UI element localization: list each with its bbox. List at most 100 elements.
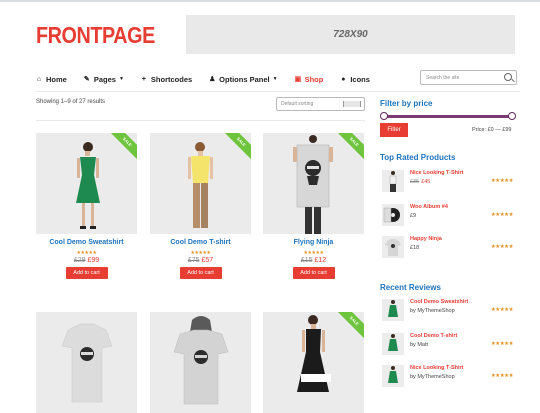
plus-icon: + [141, 75, 146, 83]
review-product-link[interactable]: Cool Demo T-shirt [410, 333, 457, 339]
sale-price: £57 [201, 257, 214, 264]
product-card [150, 312, 251, 413]
rating-stars: ★★★★★ [303, 250, 324, 256]
product-card [36, 312, 137, 413]
review-product-link[interactable]: Nice Looking T-Shirt [410, 365, 463, 371]
product-image[interactable] [150, 312, 251, 413]
nav-label: Options Panel [219, 74, 270, 84]
filter-button[interactable]: Filter [380, 123, 408, 137]
product-link[interactable]: Woo Album #4 [410, 204, 448, 210]
model-thumb-image [389, 171, 397, 192]
price: £18 [410, 245, 420, 251]
review-author: by MyThemeShop [410, 308, 455, 314]
product-title[interactable]: Cool Demo T-shirt [150, 239, 251, 246]
review-item: Nice Looking T-Shirt by MyThemeShop ★★★★… [380, 365, 515, 391]
rating-stars: ★★★★★ [490, 178, 514, 184]
add-to-cart-button[interactable]: Add to cart [65, 267, 108, 279]
ad-banner[interactable]: 728X90 [186, 15, 515, 54]
nav-label: Shortcodes [150, 74, 193, 84]
nav-divider [36, 91, 520, 92]
dress-thumb-image [388, 334, 398, 351]
sale-price: £45 [421, 179, 431, 185]
sort-select[interactable]: Default sorting [276, 97, 365, 111]
old-price: £35 [410, 179, 420, 185]
slider-handle-max[interactable] [508, 112, 516, 120]
rating-stars: ★★★★★ [190, 250, 211, 256]
nav-item-home[interactable]: ⌂ Home [36, 75, 67, 84]
product-image[interactable]: SALE [150, 133, 251, 234]
filter-title: Filter by price [380, 99, 433, 108]
main-nav: ⌂ Home ✎ Pages ▼ + Shortcodes ♟ Options Panel… [36, 72, 387, 86]
dress-model-image [76, 142, 100, 229]
review-item: Cool Demo T-shirt by Matt ★★★★★ [380, 333, 515, 359]
product-image[interactable]: SALE [263, 133, 364, 234]
product-thumbnail[interactable] [382, 299, 404, 321]
product-image[interactable]: SALE [263, 312, 364, 413]
chevron-down-icon: ▼ [272, 76, 278, 82]
add-to-cart-button[interactable]: Add to cart [179, 267, 222, 279]
tshirt-image [61, 323, 113, 403]
top-rated-item: Woo Album #4 £9 ★★★★★ [380, 204, 515, 230]
add-to-cart-button[interactable]: Add to cart [292, 267, 335, 279]
dress-model-image [297, 315, 331, 392]
home-icon: ⌂ [36, 75, 42, 83]
rating-stars: ★★★★★ [490, 307, 514, 313]
nav-item-icons[interactable]: ● Icons [340, 75, 370, 84]
apple-icon: ● [341, 75, 346, 83]
old-price: £75 [187, 257, 200, 264]
model-thumb-image [388, 366, 398, 383]
product-price: £35 £45 [410, 179, 430, 185]
rating-stars: ★★★★★ [490, 341, 514, 347]
ninja-poster-image [293, 135, 333, 234]
old-price: £15 [300, 257, 313, 264]
product-link[interactable]: Nice Looking T-Shirt [410, 170, 463, 176]
product-image[interactable]: SALE [36, 133, 137, 234]
nav-label: Pages [93, 74, 116, 84]
product-card: SALE Cool Demo Sweatshirt ★★★★★ £29 £99 A… [36, 133, 137, 279]
product-card: SALE [263, 312, 364, 413]
product-title[interactable]: Flying Ninja [263, 239, 364, 246]
site-logo[interactable]: FRONTPAGE [36, 22, 155, 49]
product-thumbnail[interactable] [382, 170, 404, 192]
nav-item-shortcodes[interactable]: + Shortcodes [141, 75, 192, 84]
product-image[interactable] [36, 312, 137, 413]
product-thumbnail[interactable] [382, 365, 404, 387]
search-input[interactable]: Search the site [420, 70, 517, 85]
price-slider[interactable] [380, 112, 516, 120]
nav-item-pages[interactable]: ✎ Pages ▼ [84, 75, 124, 84]
product-price: £75 £57 [150, 257, 251, 264]
nav-label: Icons [350, 74, 370, 84]
nav-item-options-panel[interactable]: ♟ Options Panel ▼ [209, 75, 277, 84]
sale-price: £99 [87, 257, 100, 264]
product-title[interactable]: Cool Demo Sweatshirt [36, 239, 137, 246]
price: £9 [410, 213, 417, 219]
content-divider [36, 120, 365, 121]
tshirt-thumb-image [385, 239, 401, 256]
price-range: Price: £0 — £99 [472, 127, 512, 133]
top-rated-item: Nice Looking T-Shirt £35 £45 ★★★★★ [380, 170, 515, 196]
nav-label: Shop [304, 74, 324, 84]
dress-thumb-image [388, 300, 398, 317]
product-price: £15 £12 [263, 257, 364, 264]
sort-dropdown-handle[interactable] [343, 101, 361, 107]
flask-icon: ♟ [209, 76, 216, 83]
recent-reviews-title: Recent Reviews [380, 283, 441, 292]
review-item: Cool Demo Sweatshirt by MyThemeShop ★★★★… [380, 299, 515, 325]
review-author: by Matt [410, 342, 429, 348]
product-link[interactable]: Happy Ninja [410, 236, 442, 242]
search-placeholder: Search the site [426, 75, 460, 81]
result-count: Showing 1–9 of 27 results [36, 99, 106, 105]
product-price: £18 [410, 245, 419, 251]
product-card: SALE Cool Demo T-shirt ★★★★★ £75 £57 Add … [150, 133, 251, 279]
search-icon[interactable] [504, 73, 512, 81]
sort-selected-value: Default sorting [281, 101, 314, 107]
product-thumbnail[interactable] [382, 204, 404, 226]
nav-item-shop[interactable]: ▣ Shop [295, 75, 324, 84]
review-author: by MyThemeShop [410, 374, 455, 380]
product-card: SALE Flying Ninja ★★★★★ £15 £12 Add to ca… [263, 133, 364, 279]
slider-handle-min[interactable] [380, 112, 388, 120]
product-thumbnail[interactable] [382, 333, 404, 355]
product-price: £9 [410, 213, 416, 219]
product-thumbnail[interactable] [382, 236, 404, 258]
review-product-link[interactable]: Cool Demo Sweatshirt [410, 299, 468, 305]
